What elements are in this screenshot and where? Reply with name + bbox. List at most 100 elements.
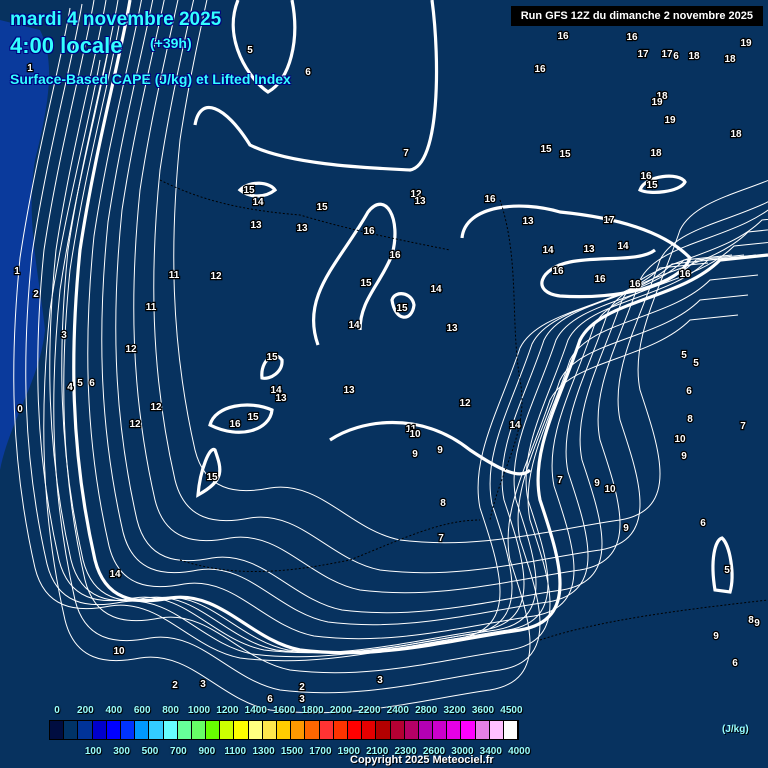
li-label: 10 [674,434,686,445]
cape-li-map: 156716 1617 17 6 181918161819191815 15 1816151… [0,0,768,714]
li-label: 3 [299,694,305,705]
legend-unit: (J/kg) [722,724,749,735]
li-label: 18 [650,148,662,159]
li-label: 7 [557,475,563,486]
legend-swatch [277,721,292,739]
li-label: 10 [113,646,125,657]
li-label: 15 [206,472,218,483]
li-label: 16 [594,274,606,285]
cape-color-legend [49,720,520,740]
li-label: 16 [626,32,638,43]
li-label: 6 [305,67,311,78]
legend-swatch [135,721,150,739]
legend-swatch [234,721,249,739]
li-label: 5 [724,565,730,576]
legend-top-label: 1000 [187,705,211,716]
li-label: 15 [316,202,328,213]
li-label: 13 [296,223,308,234]
legend-swatch [305,721,320,739]
li-label: 10 [409,429,421,440]
li-label: 16 [229,419,241,430]
legend-swatch [418,721,434,739]
li-contour-line [25,3,721,658]
li-label: 12 [459,398,471,409]
li-label: 7 [438,533,444,544]
legend-bottom-label: 1500 [280,746,304,757]
li-label: 16 [557,31,569,42]
li-label: 13 [343,385,355,396]
li-label: 9 [623,523,629,534]
li-label: 3 [61,330,67,341]
legend-swatch [504,721,519,739]
legend-swatch [163,721,178,739]
li-label: 5 [693,358,699,369]
li-label: 17 [637,49,649,60]
li-label: 7 [740,421,746,432]
legend-top-label: 200 [77,705,94,716]
weather-map: 1 5 6 7 16 16 17 17 6 18 19 18 16 18 19 19 18 15 15 18 16 15 1… [0,0,768,768]
li-label: 9 [594,478,600,489]
li-label: 6 [89,378,95,389]
legend-top-label: 1600 [273,705,296,716]
legend-swatch [177,721,192,739]
li-label: 16 [389,250,401,261]
legend-swatch [262,721,277,739]
legend-bottom-label: 900 [198,746,216,757]
li-label: 19 [664,115,676,126]
legend-swatch [92,721,107,739]
legend-top-label: 800 [162,705,179,716]
forecast-date: mardi 4 novembre 2025 [10,9,222,30]
li-label: 12 [150,402,162,413]
li-label: 18 [724,54,736,65]
legend-bottom-label: 500 [141,746,159,757]
li-label: 0 [17,404,23,415]
ocean-cape-area [0,20,50,470]
li-label: 14 [348,320,360,331]
li-label: 19 [740,38,752,49]
li-label: 10 [604,484,616,495]
li-label: 7 [403,148,409,159]
legend-swatch [220,721,235,739]
li-label: 13 [522,216,534,227]
li-label: 15 [243,185,255,196]
legend-swatch [64,721,79,739]
li-contour-line [115,0,768,614]
li-label: 14 [542,245,554,256]
li-label: 2 [172,680,178,691]
li-label: 13 [446,323,458,334]
li-label: 9 [713,631,719,642]
legend-top-label: 4500 [500,705,523,716]
li-label: 9 [412,449,418,460]
legend-top-label: 3600 [471,705,495,716]
legend-top-label: 0 [54,705,60,716]
legend-swatch [120,721,136,739]
li-label: 14 [509,420,521,431]
li-label: 8 [440,498,446,509]
li-label: 2 [33,289,39,300]
li-label: 16 [679,269,691,280]
li-label: 1 [14,266,20,277]
li-label: 15 [646,180,658,191]
legend-swatch [333,721,348,739]
legend-swatch [191,721,207,739]
li-label: 18 [688,51,700,62]
li-contour-line [13,7,709,662]
li-label: 3 [377,675,383,686]
forecast-time: 4:00 locale [10,33,123,58]
li-label: 2 [299,682,305,693]
legend-top-label: 1200 [216,705,239,716]
li-label: 6 [700,518,706,529]
li-label: 6 [732,658,738,669]
li-label: 16 [484,194,496,205]
li-label: 15 [559,149,571,160]
legend-top-label: 2200 [358,705,381,716]
legend-swatch [291,721,306,739]
li-label: 8 [687,414,693,425]
legend-swatch [319,721,334,739]
li-label: 16 [363,226,375,237]
legend-swatch [447,721,462,739]
li-label: 15 [266,352,278,363]
legend-swatch [489,721,504,739]
li-label: 13 [250,220,262,231]
li-label: 15 [396,303,408,314]
